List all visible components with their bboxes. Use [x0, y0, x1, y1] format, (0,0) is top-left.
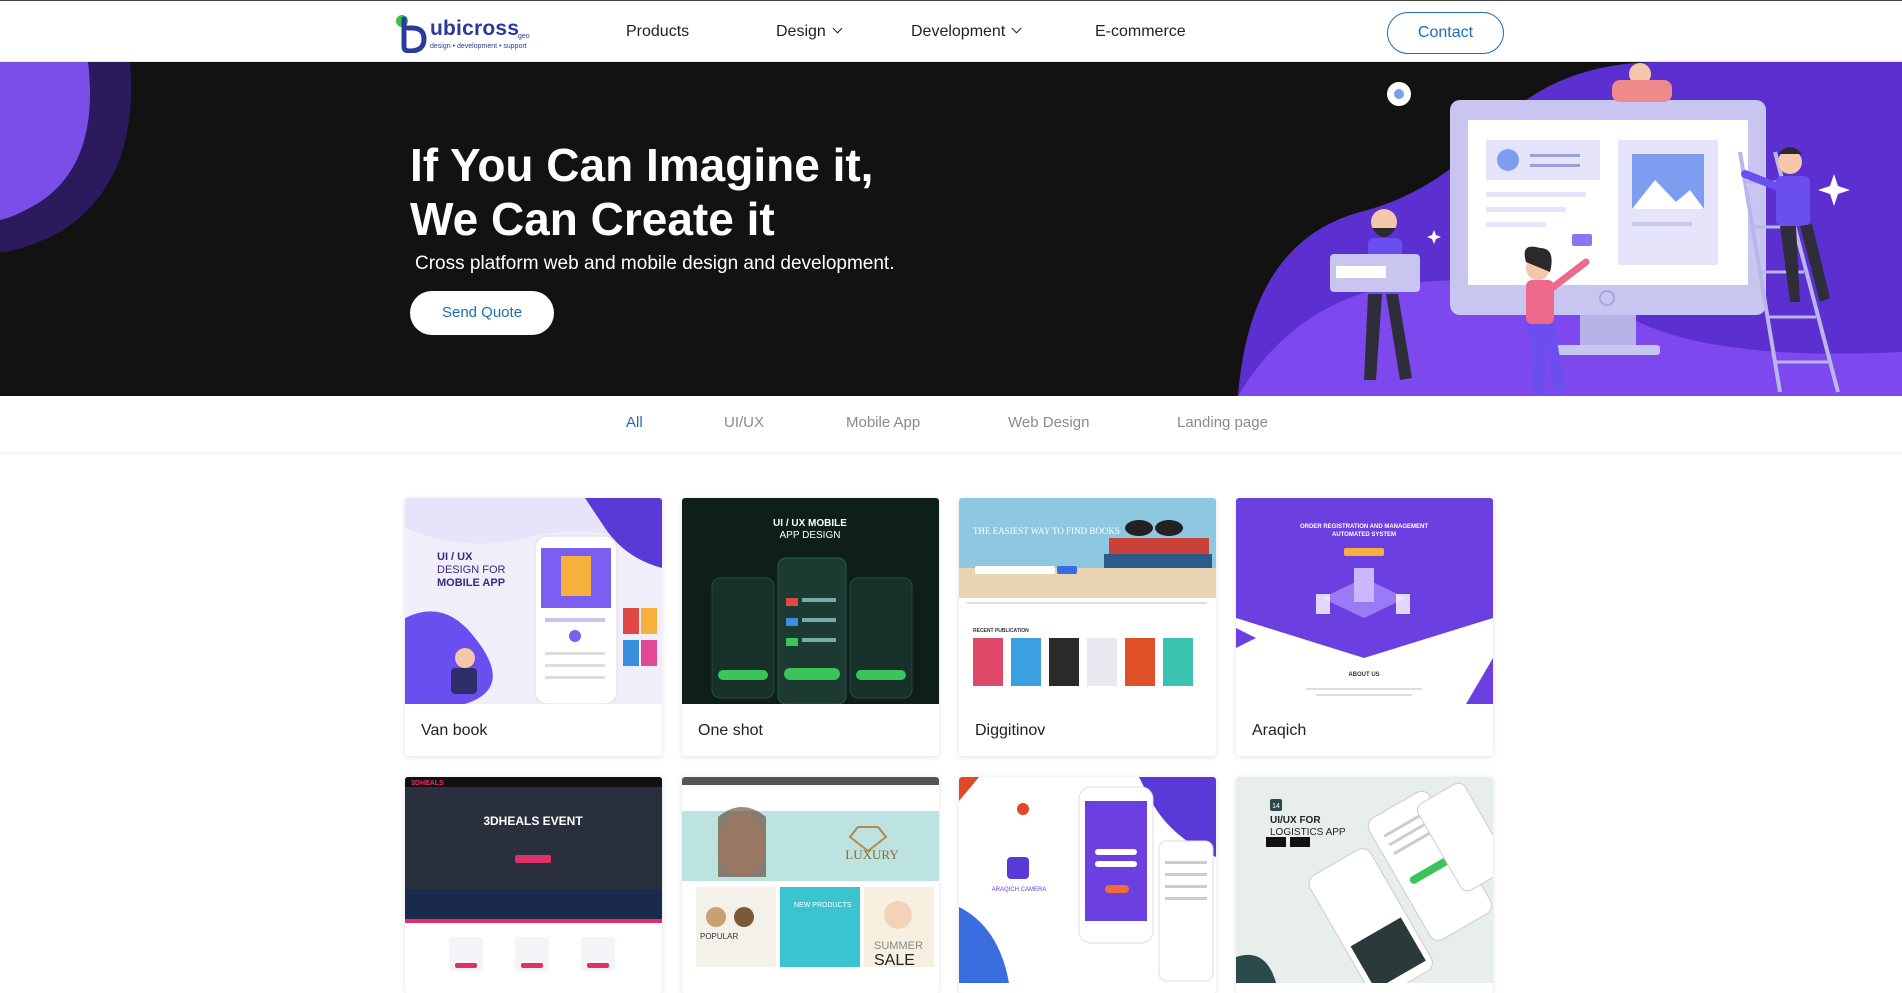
tab-web-design[interactable]: Web Design	[1008, 414, 1089, 431]
card-thumbnail: 14 UI/UX FOR LOGISTICS APP	[1236, 777, 1493, 983]
brand-suffix: .geo	[516, 33, 530, 40]
thumb-badge-3: SUMMER	[874, 940, 923, 952]
thumb-heading-1: UI / UX MOBILE	[773, 518, 847, 529]
thumb-heading-2: LOGISTICS APP	[1270, 827, 1346, 838]
thumb-heading-2: APP DESIGN	[780, 530, 841, 541]
hero-title-line-2: We Can Create it	[410, 193, 775, 245]
portfolio-card-one-shot[interactable]: UI / UX MOBILE APP DESIGN One shot	[682, 498, 939, 756]
card-title: Diggitinov	[975, 722, 1046, 739]
card-title: One shot	[698, 722, 763, 739]
hero-subtitle: Cross platform web and mobile design and…	[415, 253, 895, 274]
card-thumbnail: LUXURY NEW PRODUCTS POPULAR SUMMER SALE	[682, 777, 939, 983]
thumb-badge-2: POPULAR	[700, 932, 738, 941]
card-title: Van book	[421, 722, 488, 739]
thumb-app-name: ARAQICH CAMERA	[992, 887, 1047, 893]
card-thumbnail: 3DHEALS 3DHEALS EVENT	[405, 777, 662, 983]
thumb-number: 14	[1272, 803, 1280, 810]
tab-landing-page[interactable]: Landing page	[1177, 414, 1268, 431]
hero-title-line-1: If You Can Imagine it,	[410, 139, 874, 191]
portfolio-card-araqich[interactable]: ORDER REGISTRATION AND MANAGEMENT AUTOMA…	[1236, 498, 1493, 756]
portfolio-card-3dheals[interactable]: 3DHEALS 3DHEALS EVENT	[405, 777, 662, 993]
portfolio-filter-tabs: All UI/UX Mobile App Web Design Landing …	[0, 396, 1902, 452]
nav-ecommerce-label: E-commerce	[1095, 23, 1186, 40]
hero-illustration	[0, 62, 1902, 396]
tab-all[interactable]: All	[626, 414, 643, 431]
thumb-heading-2: DESIGN FOR	[437, 564, 506, 576]
portfolio-card-logistics[interactable]: 14 UI/UX FOR LOGISTICS APP	[1236, 777, 1493, 993]
portfolio-card-diggitinov[interactable]: THE EASIEST WAY TO FIND BOOKS RECENT PUB…	[959, 498, 1216, 756]
thumb-heading-2: AUTOMATED SYSTEM	[1332, 532, 1396, 538]
thumb-heading-1: UI / UX	[437, 551, 473, 563]
thumb-heading-1: ORDER REGISTRATION AND MANAGEMENT	[1300, 524, 1428, 530]
nav-design-label: Design	[776, 23, 826, 40]
nav-products[interactable]: Products	[626, 1, 689, 63]
thumb-brand: 3DHEALS	[411, 780, 444, 787]
card-thumbnail: ORDER REGISTRATION AND MANAGEMENT AUTOMA…	[1236, 498, 1493, 704]
thumb-heading: 3DHEALS EVENT	[483, 814, 583, 828]
nav-development-label: Development	[911, 23, 1006, 40]
portfolio-card-luxury[interactable]: LUXURY NEW PRODUCTS POPULAR SUMMER SALE	[682, 777, 939, 993]
nav-products-label: Products	[626, 23, 690, 40]
thumb-section: RECENT PUBLICATION	[973, 628, 1029, 634]
tab-mobile-app[interactable]: Mobile App	[846, 414, 920, 431]
tab-ui-ux[interactable]: UI/UX	[724, 414, 764, 431]
nav-development[interactable]: Development	[911, 1, 1022, 63]
card-title: Araqich	[1252, 722, 1307, 739]
card-thumbnail: UI / UX DESIGN FOR MOBILE APP	[405, 498, 662, 704]
portfolio-card-van-book[interactable]: UI / UX DESIGN FOR MOBILE APP Van book	[405, 498, 662, 756]
chevron-down-icon	[1011, 23, 1022, 34]
brand-tagline: design • development • support	[430, 43, 527, 50]
hero-section: If You Can Imagine it, We Can Create it …	[0, 62, 1902, 396]
thumb-badge-4: SALE	[874, 952, 915, 969]
send-quote-button[interactable]: Send Quote	[410, 291, 554, 335]
thumb-heading: LUXURY	[845, 847, 899, 862]
hero-title: If You Can Imagine it, We Can Create it	[410, 138, 873, 246]
contact-button[interactable]: Contact	[1387, 12, 1504, 54]
top-navigation: ubicross .geo design • development • sup…	[0, 0, 1902, 62]
thumb-heading: THE EASIEST WAY TO FIND BOOKS	[973, 526, 1120, 536]
card-thumbnail: UI / UX MOBILE APP DESIGN	[682, 498, 939, 704]
portfolio-card-araqich-camera[interactable]: ARAQICH CAMERA	[959, 777, 1216, 993]
card-thumbnail: THE EASIEST WAY TO FIND BOOKS RECENT PUB…	[959, 498, 1216, 704]
nav-ecommerce[interactable]: E-commerce	[1095, 1, 1186, 63]
brand-name: ubicross	[430, 17, 520, 40]
thumb-badge-1: NEW PRODUCTS	[794, 902, 852, 909]
card-thumbnail: ARAQICH CAMERA	[959, 777, 1216, 983]
logo-mark-icon	[396, 15, 427, 53]
thumb-section: ABOUT US	[1348, 672, 1379, 678]
chevron-down-icon	[832, 23, 843, 34]
thumb-heading-1: UI/UX FOR	[1270, 815, 1321, 826]
nav-design[interactable]: Design	[776, 1, 843, 63]
thumb-heading-3: MOBILE APP	[437, 577, 505, 589]
brand-logo[interactable]: ubicross .geo design • development • sup…	[394, 13, 534, 53]
